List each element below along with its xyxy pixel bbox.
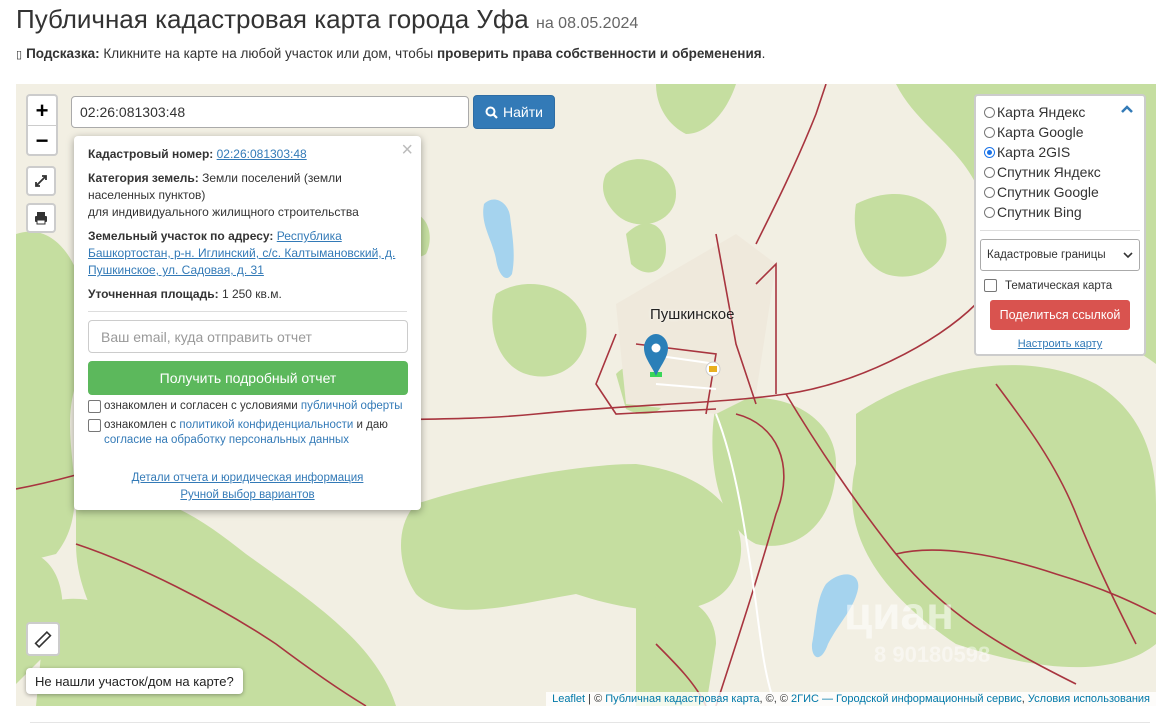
privacy-checkbox[interactable] bbox=[88, 419, 101, 432]
offer-text: ознакомлен и согласен с условиями bbox=[104, 400, 298, 412]
layer-option-google-map[interactable]: Карта Google bbox=[976, 122, 1144, 142]
overlay-select[interactable]: Кадастровые границы bbox=[980, 239, 1140, 271]
zoom-in-button[interactable]: + bbox=[28, 96, 56, 126]
layer-label: Карта Яндекс bbox=[997, 104, 1086, 120]
layer-option-yandex-satellite[interactable]: Спутник Яндекс bbox=[976, 162, 1144, 182]
title-date: на 08.05.2024 bbox=[536, 15, 639, 32]
search-icon bbox=[485, 106, 498, 119]
radio-button[interactable] bbox=[984, 106, 995, 118]
print-icon bbox=[35, 212, 47, 225]
layer-label: Спутник Bing bbox=[997, 204, 1082, 220]
measure-button[interactable] bbox=[26, 622, 60, 656]
page-title: Публичная кадастровая карта города Уфа н… bbox=[16, 4, 638, 35]
configure-map-link[interactable]: Настроить карту bbox=[1018, 338, 1103, 350]
map[interactable]: Пушкинское циан 8 90180598 + − Найти × К… bbox=[16, 84, 1156, 706]
divider bbox=[30, 722, 1150, 723]
zoom-control: + − bbox=[26, 94, 58, 156]
layer-option-google-satellite[interactable]: Спутник Google bbox=[976, 182, 1144, 202]
offer-checkbox[interactable] bbox=[88, 400, 101, 413]
not-found-button[interactable]: Не нашли участок/дом на карте? bbox=[26, 668, 243, 694]
layer-label: Спутник Яндекс bbox=[997, 164, 1101, 180]
share-link-button[interactable]: Поделиться ссылкой bbox=[990, 300, 1130, 330]
details-link[interactable]: Детали отчета и юридическая информация bbox=[132, 472, 364, 484]
privacy-text: ознакомлен с bbox=[104, 419, 177, 431]
get-report-button[interactable]: Получить подробный отчет bbox=[88, 361, 408, 395]
divider bbox=[980, 230, 1140, 231]
layer-label: Карта Google bbox=[997, 124, 1084, 140]
layer-label: Спутник Google bbox=[997, 184, 1099, 200]
ruler-icon bbox=[34, 630, 52, 648]
search-button[interactable]: Найти bbox=[473, 95, 555, 129]
layer-option-2gis-map[interactable]: Карта 2GIS bbox=[976, 142, 1144, 162]
chevron-down-icon bbox=[1123, 252, 1133, 259]
layer-label: Карта 2GIS bbox=[997, 144, 1071, 160]
radio-button[interactable] bbox=[984, 126, 995, 138]
privacy-agreement: ознакомлен с политикой конфиденциальност… bbox=[88, 418, 407, 448]
layer-option-yandex-map[interactable]: Карта Яндекс bbox=[976, 102, 1144, 122]
address-label: Земельный участок по адресу: bbox=[88, 229, 274, 243]
thematic-checkbox[interactable] bbox=[984, 279, 997, 292]
print-button[interactable] bbox=[26, 203, 56, 233]
search-button-label: Найти bbox=[503, 104, 543, 120]
privacy-link[interactable]: политикой конфиденциальности bbox=[179, 419, 353, 431]
thematic-label: Тематическая карта bbox=[1005, 279, 1113, 292]
watermark-number: 8 90180598 bbox=[874, 642, 991, 667]
zoom-out-button[interactable]: − bbox=[28, 126, 56, 155]
radio-button-selected[interactable] bbox=[984, 146, 995, 158]
attribution-sep: | © bbox=[585, 693, 606, 705]
title-text: Публичная кадастровая карта города Уфа bbox=[16, 4, 529, 34]
area-label: Уточненная площадь: bbox=[88, 287, 219, 301]
hint: ▯ Подсказка: Кликните на карте на любой у… bbox=[16, 46, 765, 61]
chevron-up-icon[interactable] bbox=[1120, 104, 1134, 114]
expand-icon bbox=[35, 175, 47, 187]
hint-bold-text: проверить права собственности и обремене… bbox=[436, 46, 762, 61]
category-label: Категория земель: bbox=[88, 171, 199, 185]
category-use: для индивидуального жилищного строительс… bbox=[88, 205, 359, 219]
hint-text: Кликните на карте на любой участок или д… bbox=[103, 46, 434, 61]
place-label: Пушкинское bbox=[650, 306, 735, 323]
leaflet-link[interactable]: Leaflet bbox=[552, 693, 585, 705]
privacy-and: и даю bbox=[356, 419, 388, 431]
cadastral-label: Кадастровый номер: bbox=[88, 147, 214, 161]
email-field[interactable]: Ваш email, куда отправить отчет bbox=[88, 320, 408, 353]
layer-option-bing-satellite[interactable]: Спутник Bing bbox=[976, 202, 1144, 222]
radio-button[interactable] bbox=[984, 166, 995, 178]
map-attribution: Leaflet | © Публичная кадастровая карта,… bbox=[546, 692, 1156, 706]
cadastral-number-link[interactable]: 02:26:081303:48 bbox=[217, 147, 307, 161]
terms-link[interactable]: Условия использования bbox=[1028, 693, 1150, 705]
info-icon: ▯ bbox=[16, 49, 23, 61]
hint-end: . bbox=[761, 46, 766, 61]
cadastral-map-link[interactable]: Публичная кадастровая карта bbox=[605, 693, 759, 705]
consent-link[interactable]: согласие на обработку персональных данны… bbox=[104, 434, 349, 446]
radio-button[interactable] bbox=[984, 206, 995, 218]
attribution-sep: , ©, © bbox=[759, 693, 791, 705]
manual-selection-link[interactable]: Ручной выбор вариантов bbox=[180, 489, 314, 501]
hint-label: Подсказка: bbox=[26, 46, 100, 61]
layers-panel: Карта Яндекс Карта Google Карта 2GIS Спу… bbox=[974, 94, 1146, 356]
overlay-select-value: Кадастровые границы bbox=[987, 249, 1106, 261]
fullscreen-button[interactable] bbox=[26, 166, 56, 196]
parcel-info-popup: × Кадастровый номер: 02:26:081303:48 Кат… bbox=[74, 136, 421, 510]
close-icon[interactable]: × bbox=[401, 139, 413, 162]
provider-link[interactable]: 2ГИС — Городской информационный сервис bbox=[791, 693, 1022, 705]
search-input[interactable] bbox=[71, 96, 469, 128]
thematic-map-toggle[interactable]: Тематическая карта bbox=[984, 279, 1136, 292]
offer-link[interactable]: публичной оферты bbox=[301, 400, 403, 412]
watermark-logo: циан bbox=[844, 587, 954, 639]
divider bbox=[88, 311, 407, 312]
offer-agreement: ознакомлен и согласен с условиями публич… bbox=[88, 399, 407, 414]
radio-button[interactable] bbox=[984, 186, 995, 198]
area-value: 1 250 кв.м. bbox=[221, 287, 282, 301]
